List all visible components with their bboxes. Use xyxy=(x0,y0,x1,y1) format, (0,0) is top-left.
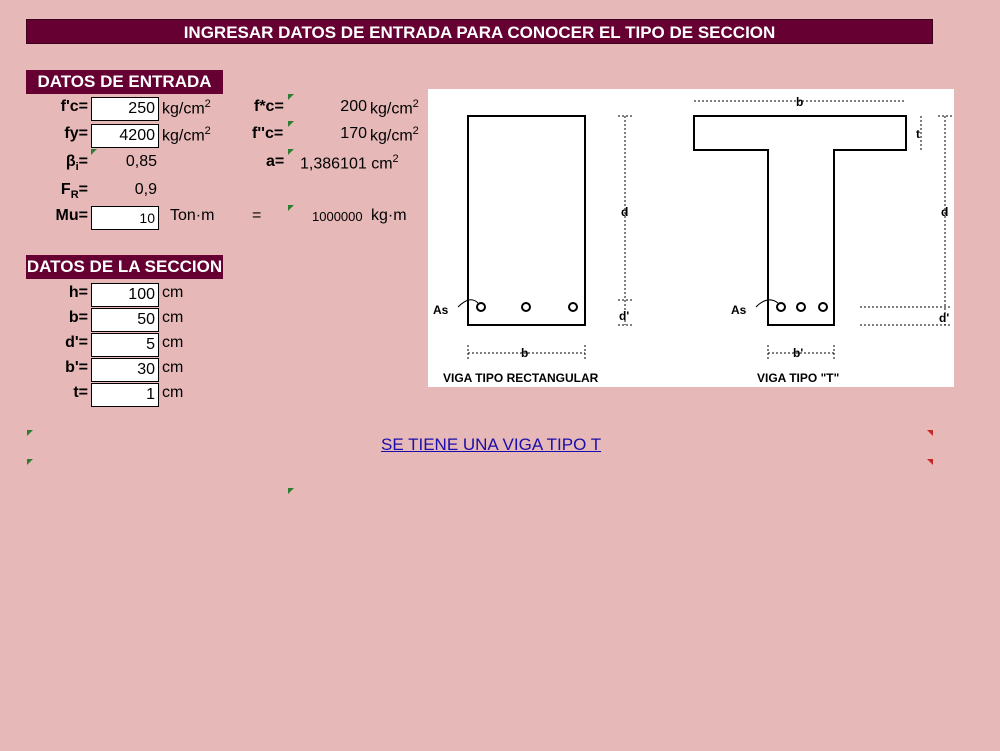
result-link[interactable]: SE TIENE UNA VIGA TIPO T xyxy=(381,435,601,455)
fy-label: fy= xyxy=(64,125,88,142)
rebar-circle xyxy=(521,302,531,312)
mu-converted-unit: kg·m xyxy=(371,207,407,224)
d-dim-label-rect: d xyxy=(621,205,628,219)
rect-beam-outline xyxy=(467,115,586,326)
bprime-unit: cm xyxy=(162,359,184,376)
b-label: b= xyxy=(68,309,88,326)
comment-marker xyxy=(288,488,294,494)
rebar-circle xyxy=(776,302,786,312)
t-dim-label: t xyxy=(916,127,920,141)
comment-marker xyxy=(288,121,294,127)
bprime-label: b'= xyxy=(65,359,88,376)
dprime-unit: cm xyxy=(162,334,184,351)
fdouble-unit: kg/cm2 xyxy=(370,125,419,145)
fy-input[interactable]: 4200 xyxy=(91,124,159,148)
t-beam-caption: VIGA TIPO "T" xyxy=(757,371,839,385)
t-beam-outline xyxy=(693,115,907,326)
h-input[interactable]: 100 xyxy=(91,283,159,307)
beta-value: 0,85 xyxy=(125,153,157,170)
dprime-dim-label-rect: d' xyxy=(619,309,629,323)
beam-diagram: As As b b b' d d d' d' t VIGA TIPO RECTA… xyxy=(428,89,954,387)
b-dim-label-rect: b xyxy=(521,346,528,360)
mu-unit: Ton·m xyxy=(170,207,215,224)
comment-marker xyxy=(288,94,294,100)
comment-marker xyxy=(288,205,294,211)
fstar-value: 200 xyxy=(340,98,367,115)
a-label: a= xyxy=(266,153,285,170)
rebar-circle xyxy=(476,302,486,312)
b-unit: cm xyxy=(162,309,184,326)
a-value: 1,386101 cm2 xyxy=(300,153,399,173)
b-input[interactable]: 50 xyxy=(91,308,159,332)
bprime-input[interactable]: 30 xyxy=(91,358,159,382)
rebar-circle xyxy=(568,302,578,312)
mu-converted: 1000000 xyxy=(312,209,363,224)
fc-unit: kg/cm2 xyxy=(162,98,211,118)
t-unit: cm xyxy=(162,384,184,401)
fr-label: FR= xyxy=(60,181,88,202)
fstar-unit: kg/cm2 xyxy=(370,98,419,118)
h-unit: cm xyxy=(162,284,184,301)
comment-marker xyxy=(288,149,294,155)
mu-input[interactable]: 10 xyxy=(91,206,159,230)
h-label: h= xyxy=(68,284,88,301)
fr-value: 0,9 xyxy=(134,181,157,198)
rect-beam-caption: VIGA TIPO RECTANGULAR xyxy=(443,371,599,385)
t-label: t= xyxy=(73,384,88,401)
fstar-label: f*c= xyxy=(254,98,284,115)
comment-marker xyxy=(927,459,933,465)
beam-diagram-svg: As As b b b' d d d' d' t VIGA TIPO RECTA… xyxy=(433,95,952,385)
bprime-dim-label: b' xyxy=(793,346,803,360)
fc-label: f'c= xyxy=(60,98,88,115)
page-title: INGRESAR DATOS DE ENTRADA PARA CONOCER E… xyxy=(26,19,933,44)
rebar-circle xyxy=(796,302,806,312)
b-dim-label-t: b xyxy=(796,95,803,109)
fc-input[interactable]: 250 xyxy=(91,97,159,121)
dprime-input[interactable]: 5 xyxy=(91,333,159,357)
dprime-label: d'= xyxy=(65,334,88,351)
comment-marker xyxy=(27,459,33,465)
t-input[interactable]: 1 xyxy=(91,383,159,407)
datos-entrada-header: DATOS DE ENTRADA xyxy=(26,70,223,94)
as-label-t: As xyxy=(731,303,747,317)
fdouble-label: f''c= xyxy=(252,125,284,142)
rebar-circle xyxy=(818,302,828,312)
beta-label: βi= xyxy=(65,153,88,174)
mu-label: Mu= xyxy=(55,207,88,224)
dprime-dim-label-t: d' xyxy=(939,311,949,325)
datos-seccion-header: DATOS DE LA SECCION xyxy=(26,255,223,279)
comment-marker xyxy=(927,430,933,436)
fy-unit: kg/cm2 xyxy=(162,125,211,145)
mu-equals: = xyxy=(252,207,262,224)
comment-marker xyxy=(27,430,33,436)
d-dim-label-t: d xyxy=(941,205,948,219)
fdouble-value: 170 xyxy=(340,125,367,142)
as-label-rect: As xyxy=(433,303,449,317)
